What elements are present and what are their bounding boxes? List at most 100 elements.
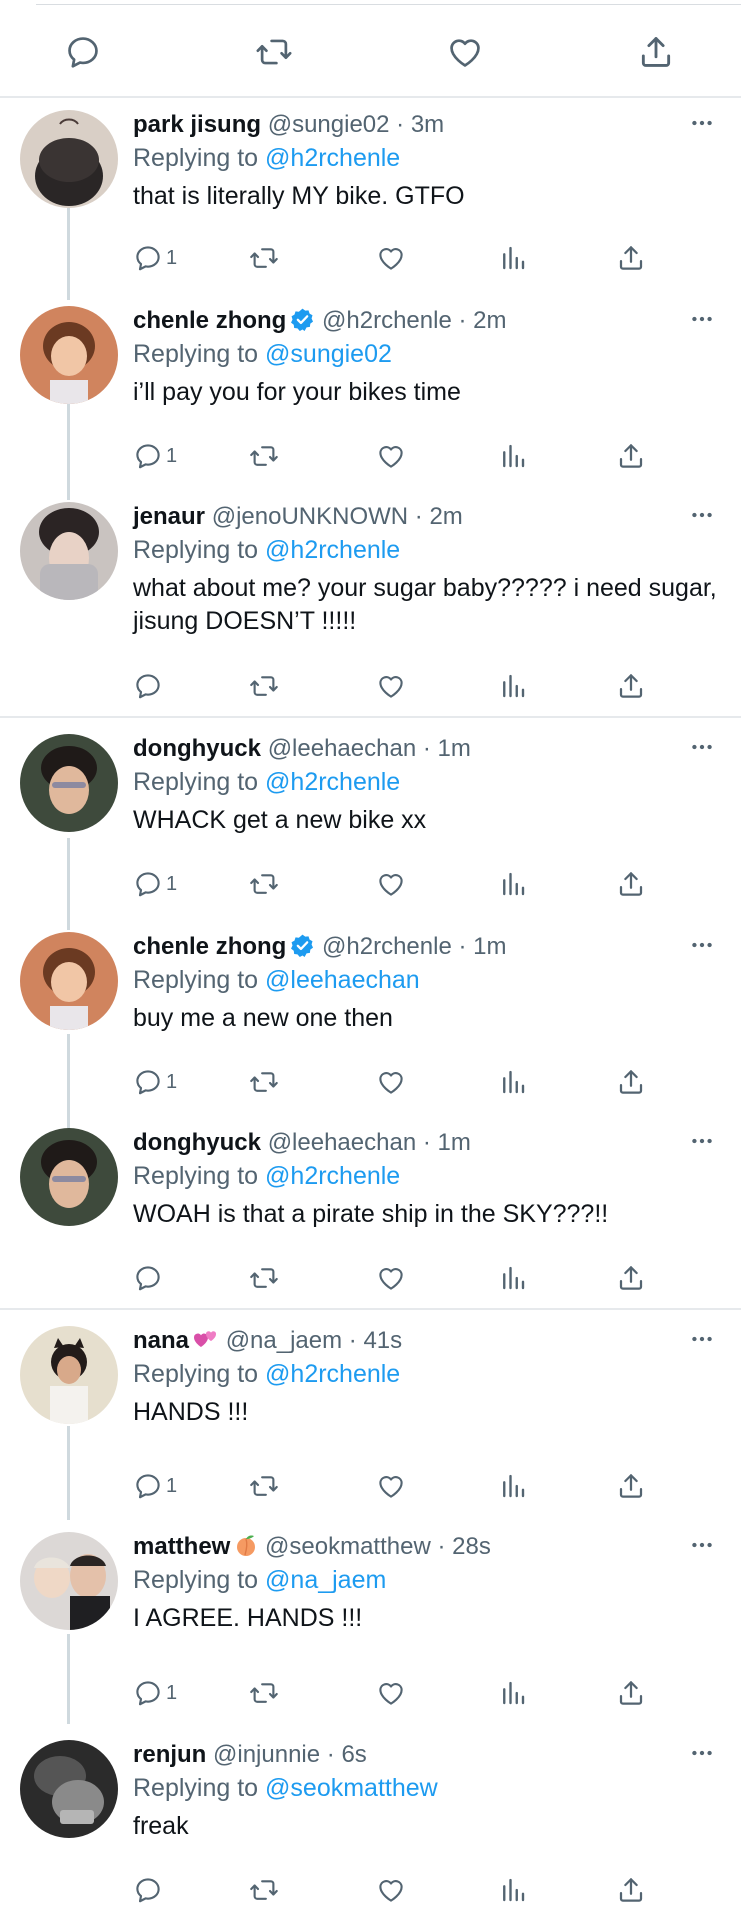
like-icon[interactable] xyxy=(376,1870,406,1910)
handle[interactable]: @leehaechan xyxy=(268,1129,416,1156)
handle[interactable]: @h2rchenle xyxy=(322,307,452,334)
reply-icon[interactable] xyxy=(133,1258,163,1298)
handle[interactable]: @leehaechan xyxy=(268,735,416,762)
mention-link[interactable]: @h2rchenle xyxy=(265,1162,400,1190)
mention-link[interactable]: @seokmatthew xyxy=(265,1774,438,1802)
mention-link[interactable]: @na_jaem xyxy=(265,1566,386,1594)
reply-button[interactable]: 1 xyxy=(133,436,177,476)
analytics-icon[interactable] xyxy=(498,238,528,278)
display-name[interactable]: chenle zhong xyxy=(133,307,286,334)
timestamp[interactable]: · 1m xyxy=(423,1129,471,1156)
share-icon[interactable] xyxy=(616,436,646,476)
reply-button[interactable]: 1 xyxy=(133,864,177,904)
avatar[interactable] xyxy=(20,932,118,1030)
timestamp[interactable]: · 6s xyxy=(327,1741,367,1768)
like-icon[interactable] xyxy=(376,864,406,904)
timestamp[interactable]: · 1m xyxy=(458,933,506,960)
mention-link[interactable]: @h2rchenle xyxy=(265,536,400,564)
reply-icon[interactable] xyxy=(133,666,163,706)
handle[interactable]: @na_jaem xyxy=(226,1327,342,1354)
timestamp[interactable]: · 41s xyxy=(349,1327,402,1354)
handle[interactable]: @injunnie xyxy=(213,1741,320,1768)
display-name[interactable]: matthew xyxy=(133,1533,230,1560)
reply-button[interactable]: 1 xyxy=(133,1466,177,1506)
avatar[interactable] xyxy=(20,502,118,600)
more-icon[interactable] xyxy=(687,108,717,138)
analytics-icon[interactable] xyxy=(498,436,528,476)
like-icon[interactable] xyxy=(445,32,485,72)
more-icon[interactable] xyxy=(687,304,717,334)
more-icon[interactable] xyxy=(687,1738,717,1768)
more-icon[interactable] xyxy=(687,500,717,530)
more-icon[interactable] xyxy=(687,732,717,762)
share-icon[interactable] xyxy=(616,1673,646,1713)
share-icon[interactable] xyxy=(616,238,646,278)
like-icon[interactable] xyxy=(376,1466,406,1506)
like-icon[interactable] xyxy=(376,436,406,476)
avatar[interactable] xyxy=(20,1740,118,1838)
mention-link[interactable]: @leehaechan xyxy=(265,966,420,994)
timestamp[interactable]: · 2m xyxy=(415,503,463,530)
retweet-icon[interactable] xyxy=(249,238,279,278)
retweet-icon[interactable] xyxy=(249,1870,279,1910)
avatar[interactable] xyxy=(20,306,118,404)
like-icon[interactable] xyxy=(376,1258,406,1298)
retweet-icon[interactable] xyxy=(249,1258,279,1298)
display-name[interactable]: donghyuck xyxy=(133,1129,261,1156)
reply-icon[interactable] xyxy=(63,32,103,72)
share-icon[interactable] xyxy=(616,864,646,904)
share-icon[interactable] xyxy=(616,1258,646,1298)
analytics-icon[interactable] xyxy=(498,864,528,904)
share-icon[interactable] xyxy=(616,1062,646,1102)
analytics-icon[interactable] xyxy=(498,666,528,706)
more-icon[interactable] xyxy=(687,1126,717,1156)
like-icon[interactable] xyxy=(376,1673,406,1713)
retweet-icon[interactable] xyxy=(249,1466,279,1506)
avatar[interactable] xyxy=(20,1532,118,1630)
analytics-icon[interactable] xyxy=(498,1673,528,1713)
avatar[interactable] xyxy=(20,110,118,208)
analytics-icon[interactable] xyxy=(498,1258,528,1298)
share-icon[interactable] xyxy=(636,32,676,72)
retweet-icon[interactable] xyxy=(249,864,279,904)
analytics-icon[interactable] xyxy=(498,1062,528,1102)
analytics-icon[interactable] xyxy=(498,1466,528,1506)
more-icon[interactable] xyxy=(687,1530,717,1560)
share-icon[interactable] xyxy=(616,1870,646,1910)
retweet-icon[interactable] xyxy=(254,32,294,72)
display-name[interactable]: jenaur xyxy=(133,503,205,530)
handle[interactable]: @jenoUNKNOWN xyxy=(212,503,408,530)
display-name[interactable]: park jisung xyxy=(133,111,261,138)
reply-button[interactable]: 1 xyxy=(133,238,177,278)
handle[interactable]: @seokmatthew xyxy=(265,1533,431,1560)
like-icon[interactable] xyxy=(376,238,406,278)
handle[interactable]: @h2rchenle xyxy=(322,933,452,960)
like-icon[interactable] xyxy=(376,666,406,706)
reply-button[interactable]: 1 xyxy=(133,1062,177,1102)
retweet-icon[interactable] xyxy=(249,436,279,476)
share-icon[interactable] xyxy=(616,666,646,706)
mention-link[interactable]: @h2rchenle xyxy=(265,768,400,796)
display-name[interactable]: chenle zhong xyxy=(133,933,286,960)
timestamp[interactable]: · 2m xyxy=(458,307,506,334)
mention-link[interactable]: @sungie02 xyxy=(265,340,392,368)
mention-link[interactable]: @h2rchenle xyxy=(265,1360,400,1388)
share-icon[interactable] xyxy=(616,1466,646,1506)
display-name[interactable]: renjun xyxy=(133,1741,206,1768)
like-icon[interactable] xyxy=(376,1062,406,1102)
reply-icon[interactable] xyxy=(133,1870,163,1910)
reply-button[interactable]: 1 xyxy=(133,1673,177,1713)
more-icon[interactable] xyxy=(687,1324,717,1354)
avatar[interactable] xyxy=(20,1128,118,1226)
retweet-icon[interactable] xyxy=(249,1062,279,1102)
avatar[interactable] xyxy=(20,1326,118,1424)
analytics-icon[interactable] xyxy=(498,1870,528,1910)
retweet-icon[interactable] xyxy=(249,666,279,706)
timestamp[interactable]: · 3m xyxy=(396,111,444,138)
display-name[interactable]: nana xyxy=(133,1327,189,1354)
avatar[interactable] xyxy=(20,734,118,832)
timestamp[interactable]: · 1m xyxy=(423,735,471,762)
retweet-icon[interactable] xyxy=(249,1673,279,1713)
display-name[interactable]: donghyuck xyxy=(133,735,261,762)
handle[interactable]: @sungie02 xyxy=(268,111,390,138)
